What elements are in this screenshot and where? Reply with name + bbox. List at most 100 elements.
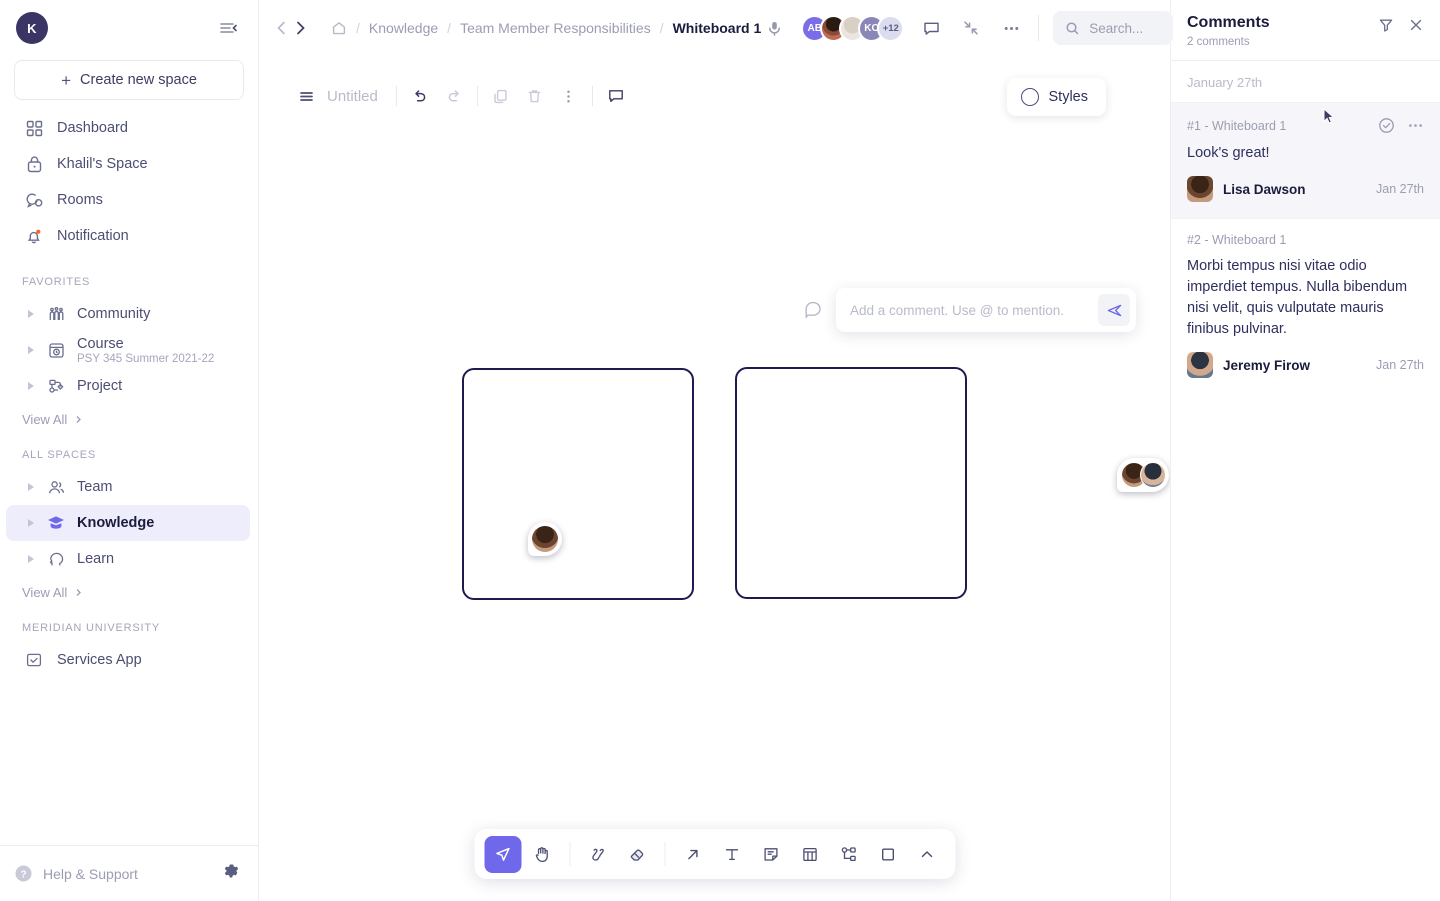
sidebar-item-label: Rooms [57,192,103,208]
gear-icon[interactable] [222,862,240,885]
org-section-label: MERIDIAN UNIVERSITY [22,622,161,634]
styles-button[interactable]: Styles [1006,78,1106,116]
chevron-right-icon[interactable] [28,519,35,527]
breadcrumb-item-current[interactable]: Whiteboard 1 [673,20,762,36]
all-spaces-view-all-link[interactable]: View All [0,577,258,600]
breadcrumb: / Knowledge / Team Member Responsibiliti… [331,20,761,36]
bell-icon [24,226,44,246]
hamburger-menu-icon[interactable] [289,79,323,113]
comment-pin-marker-group[interactable] [1117,458,1169,492]
circle-icon [1020,88,1039,106]
diagram-tool[interactable] [830,836,867,873]
copy-button[interactable] [484,79,518,113]
favorites-view-all-link[interactable]: View All [0,404,258,427]
project-icon [45,375,67,397]
help-and-support-label: Help & Support [43,865,138,882]
select-tool[interactable] [484,835,521,873]
more-horizontal-icon[interactable] [998,15,1024,41]
avatar-overflow-count[interactable]: +12 [877,14,905,42]
course-icon [45,339,67,361]
whiteboard-shape-rectangle-1[interactable] [462,368,694,600]
whiteboard-canvas[interactable]: Untitled Styles Add a comment. Use @ to … [259,56,1170,901]
comment-input[interactable] [850,302,1098,318]
whiteboard-tools-bar [474,829,955,879]
search-icon [1066,21,1079,35]
all-spaces-section-label: ALL SPACES [22,449,97,461]
whiteboard-shape-rectangle-2[interactable] [735,367,1169,599]
close-icon[interactable] [1408,17,1424,33]
collapse-arrows-icon[interactable] [958,15,984,41]
delete-button[interactable] [518,79,552,113]
breadcrumb-item-team-member-responsibilities[interactable]: Team Member Responsibilities [460,20,651,36]
sidebar-item-dashboard[interactable]: Dashboard [8,110,250,146]
undo-button[interactable] [403,79,437,113]
sidebar-item-team[interactable]: Team [6,469,250,505]
comment-item[interactable]: #1 - Whiteboard 1 Look's great! Lisa Daw… [1171,103,1440,218]
styles-label: Styles [1048,89,1089,105]
sidebar-item-learn[interactable]: Learn [6,541,250,577]
eraser-tool[interactable] [618,836,655,873]
main-area: / Knowledge / Team Member Responsibiliti… [259,0,1174,901]
home-icon[interactable] [331,20,347,36]
comment-footer: Jeremy Firow Jan 27th [1187,352,1424,378]
comment-pin-icon[interactable] [802,299,824,321]
sidebar-item-notification[interactable]: Notification [8,218,250,254]
table-tool[interactable] [791,836,828,873]
microphone-icon[interactable] [761,15,787,41]
whiteboard-title[interactable]: Untitled [323,88,390,105]
hand-tool[interactable] [523,836,560,873]
comment-item[interactable]: #2 - Whiteboard 1 Morbi tempus nisi vita… [1171,218,1440,394]
plus-icon: + [61,70,72,90]
more-vertical-icon[interactable] [552,79,586,113]
check-circle-icon[interactable] [1378,117,1395,134]
comment-pin-marker[interactable] [528,522,562,556]
chevron-right-icon[interactable] [28,310,35,318]
toolbar-divider [395,86,397,106]
sidebar-item-community[interactable]: Community [6,296,250,332]
breadcrumb-separator: / [447,20,452,36]
chat-rooms-icon [24,190,44,210]
sidebar-item-label: Community [77,306,151,322]
chevron-right-icon[interactable] [28,555,35,563]
sidebar-item-services-app[interactable]: Services App [8,642,250,678]
comments-title: Comments [1187,14,1270,31]
community-icon [45,303,67,325]
text-tool[interactable] [713,836,750,873]
arrow-tool[interactable] [674,836,711,873]
collapse-sidebar-icon[interactable] [218,18,238,38]
sidebar-item-label: Team [77,479,113,495]
forward-button[interactable] [291,13,309,43]
chevron-right-icon[interactable] [28,483,35,491]
filter-icon[interactable] [1378,17,1394,33]
sidebar-item-project[interactable]: Project [6,368,250,404]
chevron-right-icon [76,589,82,596]
pen-tool[interactable] [579,836,616,873]
whiteboard-comment-button[interactable] [599,79,633,113]
sidebar-item-course[interactable]: Course PSY 345 Summer 2021-22 [6,332,250,368]
user-avatar[interactable]: K [16,12,48,44]
primary-nav: Dashboard Khalil's Space Rooms Notificat… [0,110,258,254]
help-and-support-button[interactable]: ? Help & Support [14,864,138,883]
comment-author: Lisa Dawson [1223,181,1306,197]
search-input[interactable]: Search... [1053,11,1174,45]
comment-time: Jan 27th [1376,182,1424,196]
comment-bubble-icon[interactable] [918,15,944,41]
shape-tool[interactable] [869,836,906,873]
comment-input-box[interactable] [836,288,1136,332]
sidebar-item-label: Services App [57,652,142,668]
sidebar-item-knowledge[interactable]: Knowledge [6,505,250,541]
sidebar-item-khalils-space[interactable]: Khalil's Space [8,146,250,182]
back-button[interactable] [273,13,291,43]
comments-date-group: January 27th [1171,61,1440,103]
redo-button[interactable] [437,79,471,113]
sidebar-item-rooms[interactable]: Rooms [8,182,250,218]
chevron-right-icon[interactable] [28,346,35,354]
create-new-space-button[interactable]: + Create new space [14,60,244,100]
sticky-note-tool[interactable] [752,836,789,873]
chevron-right-icon[interactable] [28,382,35,390]
breadcrumb-item-knowledge[interactable]: Knowledge [369,20,438,36]
expand-toolbar-button[interactable] [908,836,945,873]
more-horizontal-icon[interactable] [1407,117,1424,134]
send-icon[interactable] [1098,294,1130,326]
